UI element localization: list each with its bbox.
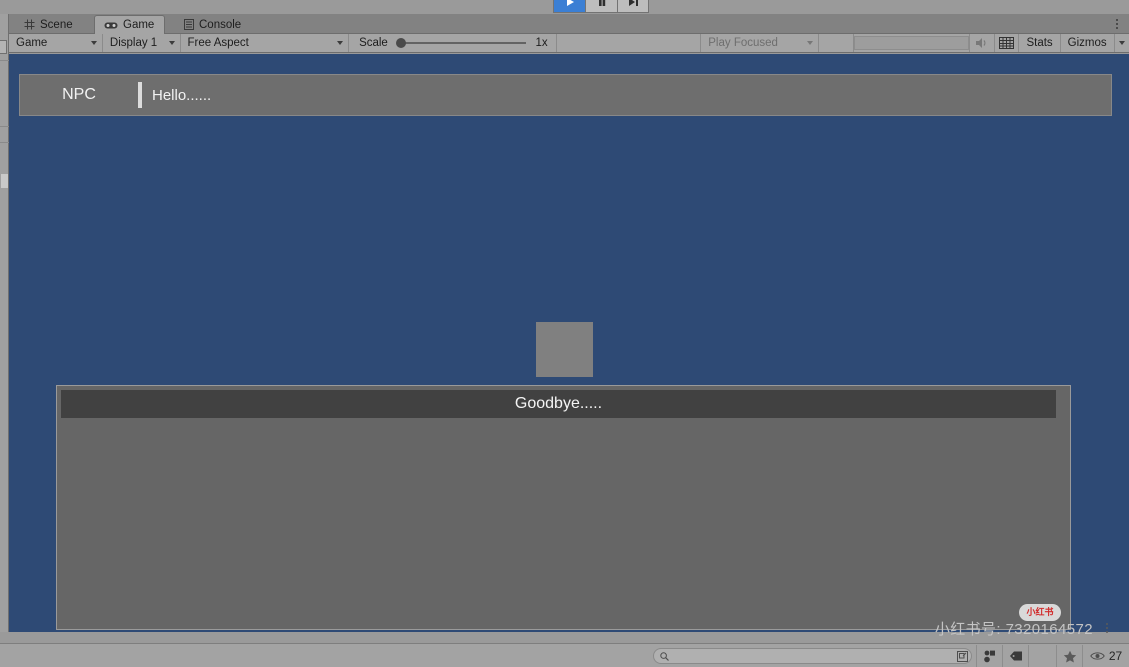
scale-label: Scale <box>359 37 388 49</box>
chevron-down-icon <box>337 41 344 45</box>
toolbar-gap-a <box>557 34 702 52</box>
tag-button[interactable] <box>1002 645 1028 667</box>
playbar-right-fill <box>650 0 1129 14</box>
tab-scene-label: Scene <box>40 18 73 31</box>
collab-button[interactable] <box>976 645 1002 667</box>
npc-speaker-name: NPC <box>62 86 96 103</box>
bottom-panel-header: Goodbye..... <box>61 390 1056 418</box>
blank-slot[interactable] <box>1028 645 1056 667</box>
play-button[interactable] <box>553 0 585 13</box>
play-mode-focus-dropdown[interactable]: Play Focused <box>701 34 820 52</box>
scale-slider[interactable] <box>395 37 526 49</box>
watermark-kebab-icon <box>1101 620 1113 636</box>
npc-dialogue-bar[interactable]: NPC Hello...... <box>19 74 1112 116</box>
scene-grid-icon <box>24 19 35 30</box>
toolbar-search-field[interactable] <box>853 36 969 50</box>
left-panel-scrollbar[interactable] <box>1 174 8 188</box>
chevron-down-icon <box>807 41 814 45</box>
play-mode-value: Play Focused <box>708 37 778 49</box>
bottom-dialogue-panel[interactable]: Goodbye..... 小红书 <box>56 385 1071 630</box>
console-list-icon <box>184 19 194 30</box>
mute-audio-button[interactable] <box>968 34 994 52</box>
stats-label: Stats <box>1026 37 1053 49</box>
gray-square-sprite[interactable] <box>536 322 593 377</box>
star-icon <box>1063 650 1076 662</box>
play-icon <box>566 0 574 6</box>
magnifier-icon <box>660 651 669 661</box>
target-display-value: Game <box>16 37 48 49</box>
gizmos-button[interactable]: Gizmos <box>1059 34 1114 52</box>
status-search-input[interactable] <box>653 648 972 664</box>
scale-value: 1x <box>535 37 548 49</box>
tab-game-label: Game <box>123 19 155 31</box>
display-value: Display 1 <box>109 37 158 49</box>
pause-button[interactable] <box>585 0 617 13</box>
aspect-ratio-value: Free Aspect <box>187 37 249 49</box>
tab-console[interactable]: Console <box>175 15 251 34</box>
stats-toggle-button[interactable] <box>993 34 1019 52</box>
gamepad-icon <box>104 21 118 30</box>
window-options-kebab-icon[interactable] <box>1111 17 1123 31</box>
scale-slider-knob[interactable] <box>395 38 406 48</box>
target-display-dropdown[interactable]: Game <box>9 34 103 52</box>
dialogue-separator <box>138 82 142 108</box>
npc-dialogue-text: Hello...... <box>152 86 212 104</box>
stats-button[interactable]: Stats <box>1018 34 1059 52</box>
scale-control: Scale 1x <box>349 34 557 52</box>
playbar-left-fill <box>0 0 553 14</box>
expand-window-icon[interactable] <box>956 650 969 663</box>
tab-game[interactable]: Game <box>94 15 166 34</box>
notification-indicator[interactable]: 27 <box>1082 645 1129 667</box>
step-button[interactable] <box>617 0 649 13</box>
play-control-strip <box>0 0 1129 14</box>
game-render-area[interactable]: NPC Hello...... Goodbye..... 小红书 <box>9 54 1129 632</box>
bottom-panel-title: Goodbye..... <box>514 395 603 412</box>
status-bar: 27 <box>0 643 1129 667</box>
left-panel-tab-chip[interactable] <box>0 40 7 54</box>
left-docked-panel-edge <box>0 14 9 632</box>
chevron-down-icon <box>168 41 175 45</box>
pause-icon <box>598 0 605 6</box>
gizmos-dropdown-button[interactable] <box>1113 34 1129 52</box>
step-forward-icon <box>628 0 638 6</box>
chevron-down-icon <box>1118 41 1125 45</box>
xiaohongshu-badge-label: 小红书 <box>1026 607 1054 617</box>
star-button[interactable] <box>1056 645 1082 667</box>
scale-slider-track <box>401 42 526 44</box>
gizmos-label: Gizmos <box>1067 37 1107 49</box>
view-tab-bar: Scene Game Console <box>9 14 1129 34</box>
left-panel-divider <box>0 60 9 61</box>
left-panel-divider <box>0 126 9 127</box>
tab-console-label: Console <box>199 18 242 31</box>
stats-grid-icon <box>998 37 1014 49</box>
eye-icon <box>1090 652 1105 660</box>
speaker-mute-icon <box>975 38 986 48</box>
game-view-toolbar: Game Display 1 Free Aspect Scale 1x Play… <box>9 34 1129 53</box>
tag-icon <box>1009 651 1022 661</box>
watermark-text: 小红书号: 7320164572 <box>934 621 1093 638</box>
toolbar-gap-b <box>819 34 854 52</box>
display-dropdown[interactable]: Display 1 <box>102 34 181 52</box>
left-panel-divider <box>0 142 9 143</box>
tab-scene[interactable]: Scene <box>15 15 83 34</box>
game-view-window: Scene Game Console Game Display 1 Free A… <box>9 14 1129 632</box>
chevron-down-icon <box>90 41 97 45</box>
collab-icon <box>983 650 995 663</box>
aspect-ratio-dropdown[interactable]: Free Aspect <box>180 34 350 52</box>
notification-count: 27 <box>1108 649 1123 663</box>
play-controls-group <box>553 0 649 13</box>
